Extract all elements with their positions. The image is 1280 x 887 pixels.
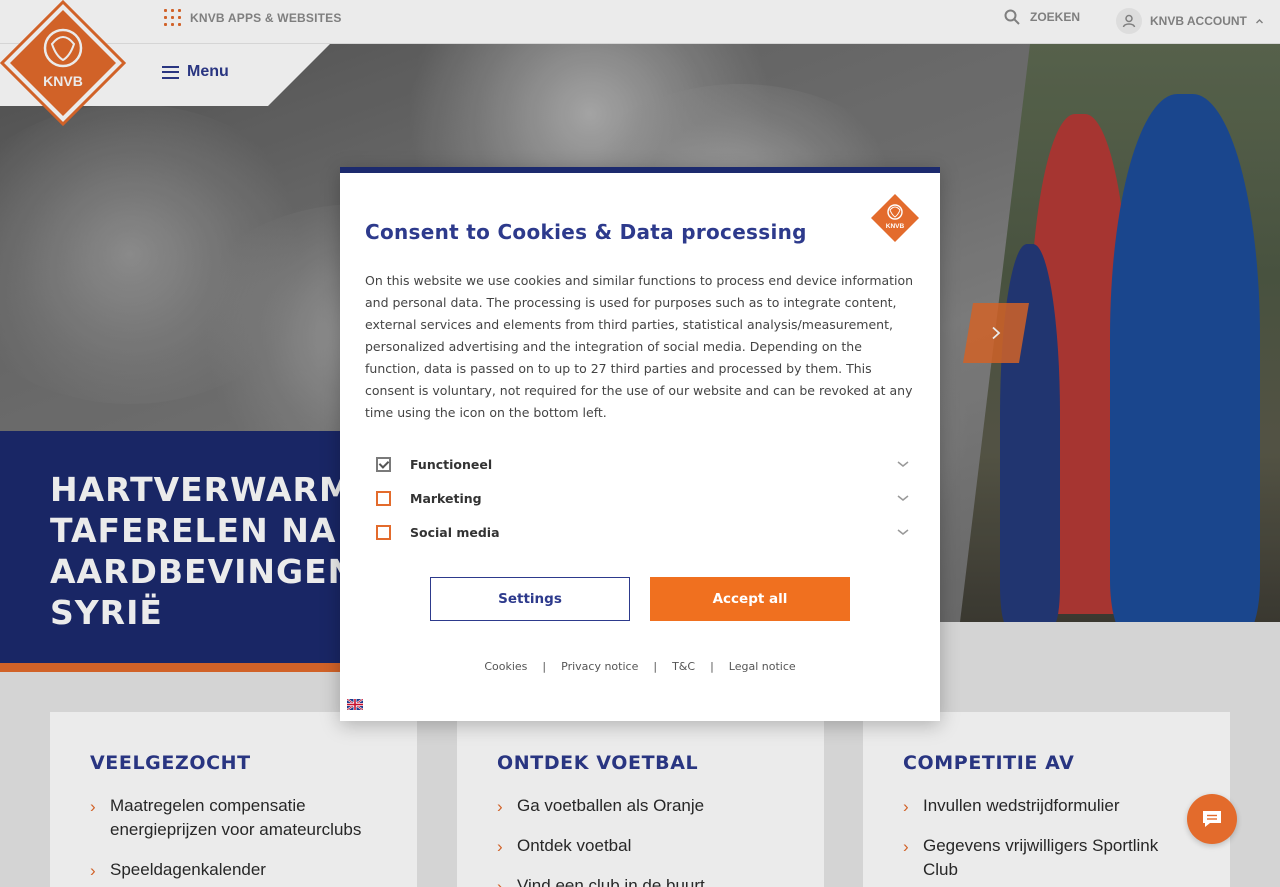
dialog-footer-links: Cookies | Privacy notice | T&C | Legal n…	[340, 660, 940, 673]
option-label: Social media	[410, 524, 500, 540]
option-label: Functioneel	[410, 456, 493, 472]
legal-notice-link[interactable]: Legal notice	[729, 660, 796, 673]
separator: |	[542, 660, 547, 673]
chevron-down-icon[interactable]	[896, 457, 910, 471]
option-functioneel[interactable]: Functioneel	[376, 452, 910, 476]
checkbox-functioneel[interactable]	[376, 456, 391, 472]
cookies-link[interactable]: Cookies	[484, 660, 527, 673]
cookie-consent-dialog: Consent to Cookies & Data processing KNV…	[340, 167, 940, 721]
chevron-down-icon[interactable]	[896, 491, 910, 505]
checkbox-social-media[interactable]	[376, 524, 391, 540]
option-marketing[interactable]: Marketing	[376, 486, 910, 510]
language-flag-icon[interactable]	[347, 699, 363, 710]
privacy-notice-link[interactable]: Privacy notice	[561, 660, 638, 673]
option-social-media[interactable]: Social media	[376, 520, 910, 544]
separator: |	[710, 660, 714, 673]
accept-all-button[interactable]: Accept all	[650, 577, 850, 621]
option-label: Marketing	[410, 490, 482, 506]
chat-bubble-icon	[1203, 811, 1221, 827]
separator: |	[653, 660, 658, 673]
knvb-logo-small: KNVB	[871, 194, 919, 242]
chat-button[interactable]	[1187, 794, 1237, 844]
dialog-title: Consent to Cookies & Data processing	[365, 220, 807, 244]
svg-text:KNVB: KNVB	[886, 223, 905, 230]
dialog-description: On this website we use cookies and simil…	[365, 273, 914, 420]
settings-button[interactable]: Settings	[430, 577, 630, 621]
checkbox-marketing[interactable]	[376, 490, 391, 506]
terms-link[interactable]: T&C	[672, 660, 695, 673]
chevron-down-icon[interactable]	[896, 525, 910, 539]
